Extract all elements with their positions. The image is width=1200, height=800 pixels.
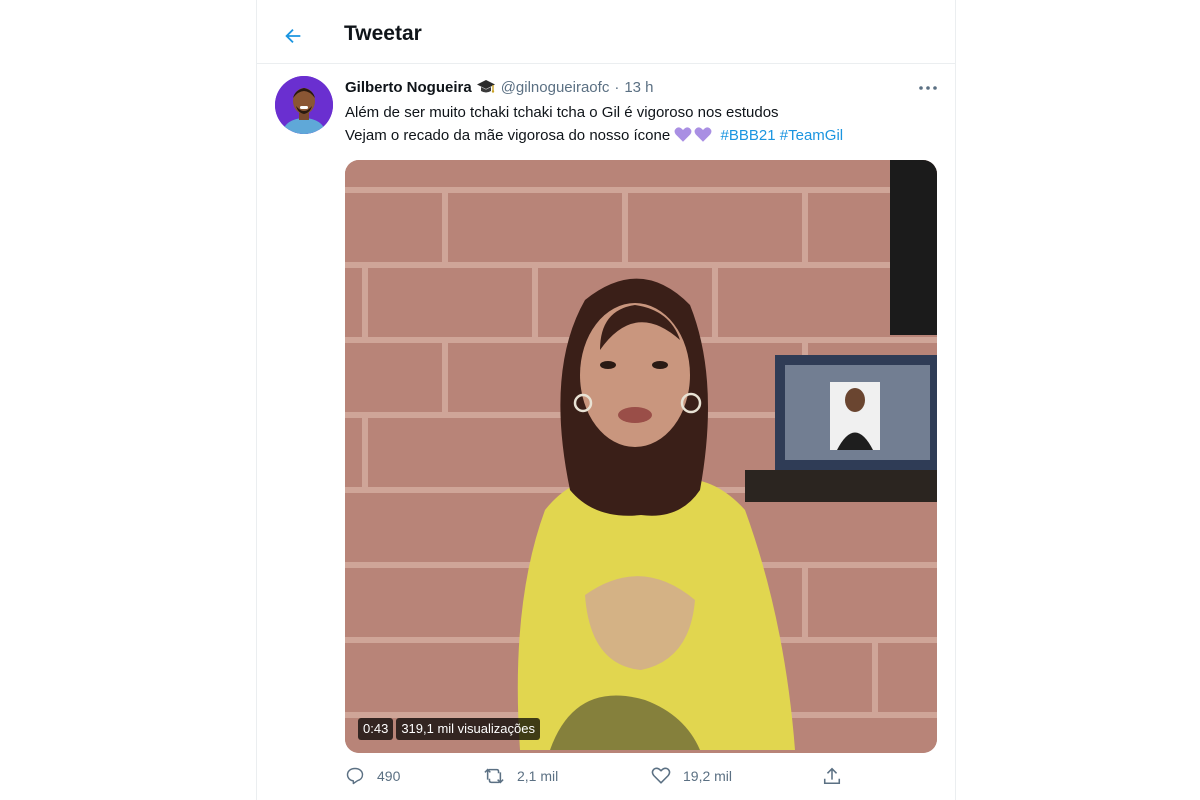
- hashtag-bbb21[interactable]: #BBB21: [721, 127, 776, 144]
- video-info: 0:43 319,1 mil visualizações: [358, 718, 540, 740]
- purple-heart-icon: [694, 127, 712, 142]
- more-icon: [919, 86, 937, 90]
- graduation-cap-icon: [476, 78, 496, 96]
- share-icon: [823, 767, 841, 785]
- avatar[interactable]: [275, 76, 333, 134]
- separator-dot: ·: [614, 78, 620, 96]
- retweet-icon: [484, 768, 504, 784]
- video-frame: [345, 160, 937, 753]
- tweet-author-line: Gilberto Nogueira @gilnogueiraofc · 13 h: [345, 78, 654, 96]
- retweet-button[interactable]: 2,1 mil: [483, 766, 558, 786]
- purple-hearts: [674, 126, 712, 143]
- author-name[interactable]: Gilberto Nogueira: [345, 79, 472, 96]
- video-player[interactable]: 0:43 319,1 mil visualizações: [345, 160, 937, 753]
- retweet-count: 2,1 mil: [517, 768, 559, 784]
- more-button[interactable]: [915, 78, 941, 98]
- like-button[interactable]: 19,2 mil: [651, 766, 732, 785]
- tweet-time[interactable]: 13 h: [624, 79, 653, 96]
- video-duration: 0:43: [358, 718, 394, 740]
- share-button[interactable]: [822, 766, 842, 786]
- author-handle[interactable]: @gilnogueiraofc: [501, 79, 610, 96]
- back-arrow-icon: [285, 28, 301, 44]
- purple-heart-icon: [674, 127, 692, 142]
- page-header: Tweetar: [257, 12, 955, 64]
- video-views: 319,1 mil visualizações: [396, 718, 540, 740]
- like-count: 19,2 mil: [683, 767, 733, 784]
- reply-icon: [346, 767, 364, 785]
- tweet-text: Além de ser muito tchaki tchaki tcha o G…: [345, 101, 945, 147]
- reply-count: 490: [377, 768, 401, 784]
- timeline-column: Tweetar Gilberto Nogueira @gilnogueiraof…: [256, 0, 956, 800]
- tweet-text-line-2: Vejam o recado da mãe vigorosa do nosso …: [345, 124, 945, 147]
- like-icon: [651, 767, 671, 784]
- tweet-text-line-1: Além de ser muito tchaki tchaki tcha o G…: [345, 104, 779, 121]
- reply-button[interactable]: 490: [345, 766, 400, 786]
- page-title: Tweetar: [344, 22, 422, 45]
- back-button[interactable]: [277, 20, 309, 52]
- hashtag-teamgil[interactable]: #TeamGil: [780, 127, 843, 144]
- tweet-actions: 490 2,1 mil 19,2 mil: [345, 766, 865, 788]
- tweet-text-line-2-text: Vejam o recado da mãe vigorosa do nosso …: [345, 127, 671, 144]
